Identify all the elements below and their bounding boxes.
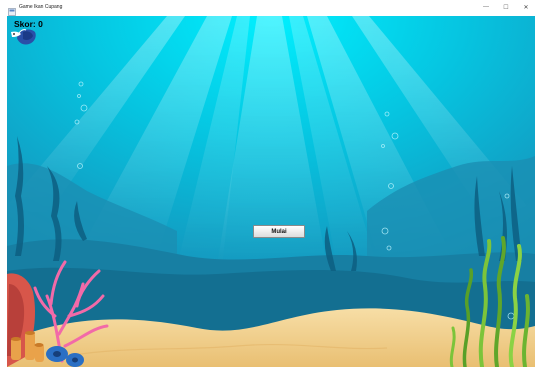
- game-window: Game Ikan Cupang — ☐ ✕ Skor: 0 Mulai: [0, 0, 542, 369]
- start-button[interactable]: Mulai: [253, 225, 305, 238]
- window-title: Game Ikan Cupang: [19, 4, 63, 10]
- window-controls: — ☐ ✕: [476, 0, 536, 14]
- score-label: Skor: 0: [14, 19, 43, 29]
- close-button[interactable]: ✕: [516, 0, 536, 14]
- maximize-button[interactable]: ☐: [496, 0, 516, 14]
- title-bar: Game Ikan Cupang — ☐ ✕: [0, 0, 542, 16]
- underwater-background: [7, 16, 535, 367]
- minimize-button[interactable]: —: [476, 0, 496, 14]
- java-app-icon: [8, 3, 16, 16]
- game-canvas[interactable]: Skor: 0 Mulai: [7, 16, 535, 367]
